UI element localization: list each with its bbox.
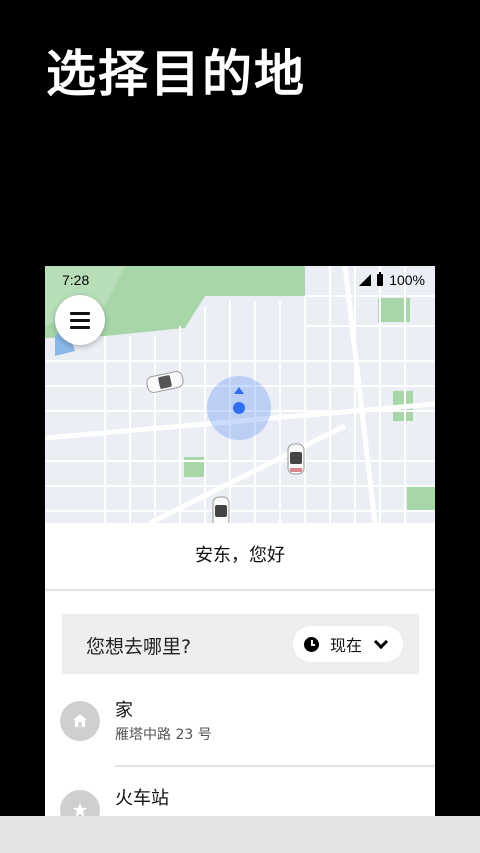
current-location-dot [233,402,245,414]
home-icon [60,701,100,741]
destination-search-bar[interactable]: 您想去哪里? 现在 [62,614,419,674]
menu-button[interactable] [55,295,105,345]
menu-icon [70,325,90,329]
phone-screen: 7:28 100% 安东，您好 您想去哪里? 现在 家 雁塔中路 23 号 火车… [45,266,435,816]
menu-icon [70,311,90,315]
map-view[interactable]: 7:28 100% [45,266,435,523]
clock-icon [304,636,319,652]
page-headline: 选择目的地 [46,45,306,103]
menu-icon [70,318,90,322]
car-marker [212,496,230,523]
battery-level: 100% [389,272,425,288]
place-title: 家 [115,700,133,721]
star-icon [60,790,100,816]
signal-icon [359,274,372,286]
battery-icon [377,272,384,286]
saved-place-home[interactable]: 家 雁塔中路 23 号 [45,682,435,762]
status-indicators: 100% [359,272,425,288]
status-bar: 7:28 100% [45,266,435,294]
map-drawing [45,266,435,523]
status-time: 7:28 [62,272,90,288]
place-address: 雁塔中路 23 号 [115,727,212,743]
time-selector-button[interactable]: 现在 [293,626,403,662]
search-prompt: 您想去哪里? [86,636,192,658]
greeting-text: 安东，您好 [45,523,435,591]
place-title: 火车站 [115,788,169,809]
car-marker [287,443,305,475]
time-selector-label: 现在 [330,636,363,655]
saved-place-station[interactable]: 火车站 [45,766,435,816]
chevron-down-icon [373,634,389,649]
bottom-strip [0,816,480,853]
